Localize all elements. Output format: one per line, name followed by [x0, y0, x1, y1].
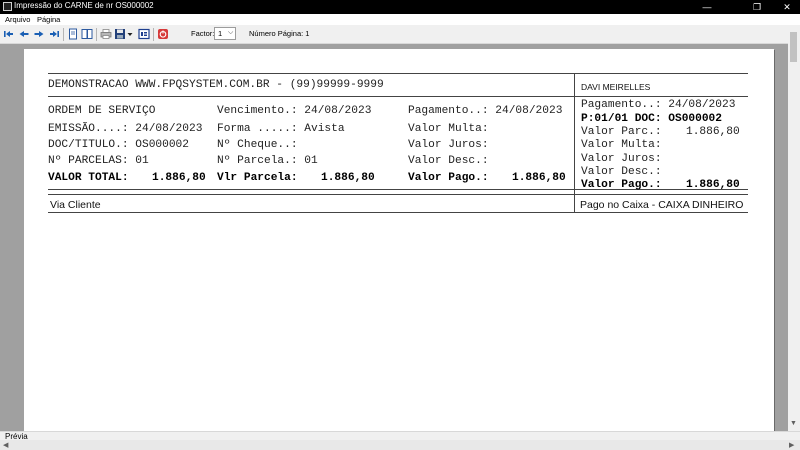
factor-select[interactable]: 1 ⌵	[214, 27, 236, 40]
doc-cell: Valor Juros:	[408, 139, 489, 151]
vlr-parcela-value: 1.886,80	[321, 172, 375, 184]
valor-total-value: 1.886,80	[152, 172, 206, 184]
minimize-button[interactable]: —	[694, 0, 720, 14]
last-page-icon[interactable]	[48, 28, 60, 40]
next-page-icon[interactable]	[33, 28, 45, 40]
company-header: DEMONSTRACAO WWW.FPQSYSTEM.COM.BR - (99)…	[48, 79, 384, 91]
horizontal-scrollbar[interactable]: ◀ ▶	[0, 440, 800, 450]
first-page-icon[interactable]	[3, 28, 15, 40]
maximize-button[interactable]: ❐	[744, 0, 770, 14]
doc-cell: Valor Desc.:	[408, 155, 489, 167]
doc-cell: Forma .....: Avista	[217, 123, 345, 135]
scroll-left-icon[interactable]: ◀	[3, 441, 8, 449]
app-icon	[3, 2, 12, 11]
scroll-down-icon[interactable]: ▼	[790, 420, 797, 427]
doc-cell: Nº Cheque..:	[217, 139, 298, 151]
vlr-parcela-label: Vlr Parcela:	[217, 172, 298, 184]
menu-pagina[interactable]: Página	[37, 14, 60, 25]
close-preview-icon[interactable]	[157, 28, 169, 40]
toolbar-separator	[63, 28, 64, 41]
report-page: DEMONSTRACAO WWW.FPQSYSTEM.COM.BR - (99)…	[24, 49, 774, 431]
toolbar: Factor: 1 ⌵ Número Página: 1	[0, 25, 800, 44]
save-dropdown-icon[interactable]	[126, 28, 134, 40]
stub-valor-parc-label: Valor Parc.:	[581, 126, 662, 138]
doc-cell: Nº Parcela.: 01	[217, 155, 318, 167]
stub-pagamento: Pagamento..: 24/08/2023	[581, 99, 736, 111]
scrollbar-thumb[interactable]	[790, 32, 797, 62]
payment-method-label: Pago no Caixa - CAIXA DINHEIRO	[580, 199, 744, 211]
chevron-down-icon: ⌵	[228, 29, 234, 36]
toolbar-separator	[96, 28, 97, 41]
single-page-icon[interactable]	[67, 28, 79, 40]
doc-cell: EMISSÃO....: 24/08/2023	[48, 123, 203, 135]
prev-page-icon[interactable]	[18, 28, 30, 40]
doc-cell: Nº PARCELAS: 01	[48, 155, 149, 167]
save-icon[interactable]	[114, 28, 126, 40]
stub-valor-multa: Valor Multa:	[581, 139, 662, 151]
factor-value: 1	[218, 29, 223, 38]
print-icon[interactable]	[100, 28, 112, 40]
stub-valor-juros: Valor Juros:	[581, 153, 662, 165]
valor-total-label: VALOR TOTAL:	[48, 172, 129, 184]
close-button[interactable]: ✕	[774, 0, 800, 14]
page-number-label: Número Página: 1	[249, 29, 310, 38]
doc-cell: DOC/TITULO.: OS000002	[48, 139, 189, 151]
via-cliente-label: Via Cliente	[50, 199, 101, 211]
doc-line-top	[48, 73, 748, 74]
client-name: DAVI MEIRELLES	[581, 82, 651, 92]
doc-line-footer	[48, 212, 748, 213]
vertical-scrollbar[interactable]: ▼	[788, 25, 800, 431]
doc-divider	[574, 74, 575, 212]
valor-pago-value: 1.886,80	[512, 172, 566, 184]
scroll-right-icon[interactable]: ▶	[789, 441, 794, 449]
doc-cell: ORDEM DE SERVIÇO	[48, 105, 156, 117]
menu-bar: Arquivo Página	[0, 14, 800, 25]
doc-line-header	[48, 96, 748, 97]
doc-line-totals-double	[48, 194, 748, 195]
stub-valor-parc-value: 1.886,80	[686, 126, 740, 138]
factor-label: Factor:	[191, 29, 215, 38]
doc-cell: Valor Multa:	[408, 123, 489, 135]
window-title: Impressão do CARNE de nr OS000002	[14, 1, 154, 10]
title-bar: Impressão do CARNE de nr OS000002 — ❐ ✕	[0, 0, 800, 14]
valor-pago-label: Valor Pago.:	[408, 172, 489, 184]
preview-area[interactable]: DEMONSTRACAO WWW.FPQSYSTEM.COM.BR - (99)…	[0, 44, 788, 431]
menu-arquivo[interactable]: Arquivo	[5, 14, 30, 25]
stub-valor-pago-label: Valor Pago.:	[581, 179, 662, 191]
doc-cell: Pagamento..: 24/08/2023	[408, 105, 563, 117]
stub-valor-desc: Valor Desc.:	[581, 166, 662, 178]
toolbar-separator	[153, 28, 154, 41]
export-icon[interactable]	[138, 28, 150, 40]
two-pages-icon[interactable]	[81, 28, 93, 40]
stub-valor-pago-value: 1.886,80	[686, 179, 740, 191]
doc-cell: Vencimento.: 24/08/2023	[217, 105, 372, 117]
stub-parcela-doc: P:01/01 DOC: OS000002	[581, 113, 722, 125]
